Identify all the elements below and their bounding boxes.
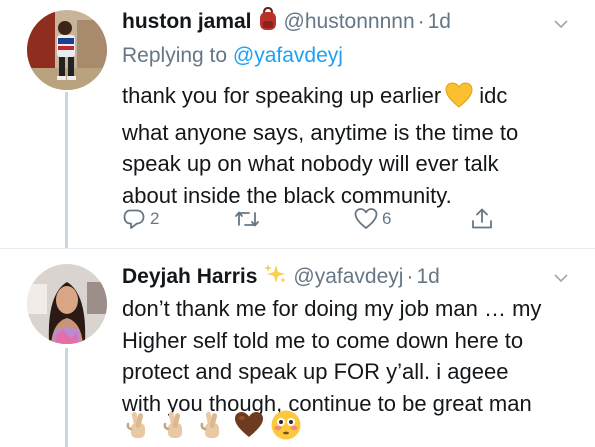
separator-dot: · [406, 265, 414, 288]
chevron-down-icon[interactable] [553, 16, 569, 32]
brown-heart-icon [233, 409, 265, 441]
timestamp[interactable]: 1d [416, 265, 439, 288]
replying-to: Replying to @yafavdeyj [122, 41, 343, 71]
reply-count: 2 [150, 209, 160, 228]
heart-outline-icon [354, 207, 378, 231]
like-count: 6 [382, 209, 392, 228]
tweet-header: Deyjah Harris @yafavdeyj · 1d [122, 262, 440, 292]
tweet-actions: 2 6 [122, 204, 502, 234]
backpack-icon [258, 6, 278, 40]
tweet-text-line: protect and speak up FOR y’all. i ageee [122, 359, 509, 384]
display-name[interactable]: Deyjah Harris [122, 265, 257, 288]
tweet-text-line: don’t thank me for doing my job man … my [122, 296, 542, 321]
sparkles-icon [263, 262, 287, 295]
like-button[interactable]: 6 [354, 204, 391, 234]
tweet-divider [0, 248, 595, 249]
retweet-button[interactable] [234, 204, 264, 234]
tweet-text-line: idc [479, 83, 508, 108]
user-handle[interactable]: @yafavdeyj [293, 265, 403, 288]
avatar-huston-jamal[interactable] [27, 10, 107, 90]
share-icon [470, 207, 494, 231]
tweet-text-line: what anyone says, anytime is the time to [122, 119, 519, 145]
replying-to-label: Replying to [122, 44, 228, 67]
tweet-1[interactable]: huston jamal @hustonnnnn · 1d Replying to … [0, 0, 595, 248]
thread-line [65, 348, 68, 447]
crossed-fingers-icon [196, 409, 228, 441]
crossed-fingers-icon [159, 409, 191, 441]
crossed-fingers-icon [122, 409, 154, 441]
tweet-text: don’t thank me for doing my job man … my… [122, 293, 582, 419]
chevron-down-icon[interactable] [553, 270, 569, 286]
tweet-text-line: Higher self told me to come down here to [122, 327, 524, 353]
reply-to-handle[interactable]: @yafavdeyj [233, 44, 343, 67]
retweet-icon [234, 207, 260, 231]
reply-icon [122, 207, 146, 231]
display-name[interactable]: huston jamal [122, 10, 252, 33]
timestamp[interactable]: 1d [428, 10, 451, 33]
tweet-text-line: thank you for speaking up earlier [122, 83, 442, 108]
thread-line [65, 92, 68, 248]
separator-dot: · [417, 10, 425, 33]
share-button[interactable] [470, 204, 494, 234]
user-handle[interactable]: @hustonnnnn [284, 10, 415, 33]
yellow-heart-icon [445, 82, 473, 117]
reply-button[interactable]: 2 [122, 204, 159, 234]
emoji-row [122, 408, 307, 442]
tweet-text-line: speak up on what nobody will ever talk [122, 151, 499, 176]
tweet-header: huston jamal @hustonnnnn · 1d [122, 6, 451, 40]
avatar-deyjah-harris[interactable] [27, 264, 107, 344]
flushed-face-icon [270, 409, 302, 441]
tweet-text: thank you for speaking up earlier idc wh… [122, 80, 582, 211]
